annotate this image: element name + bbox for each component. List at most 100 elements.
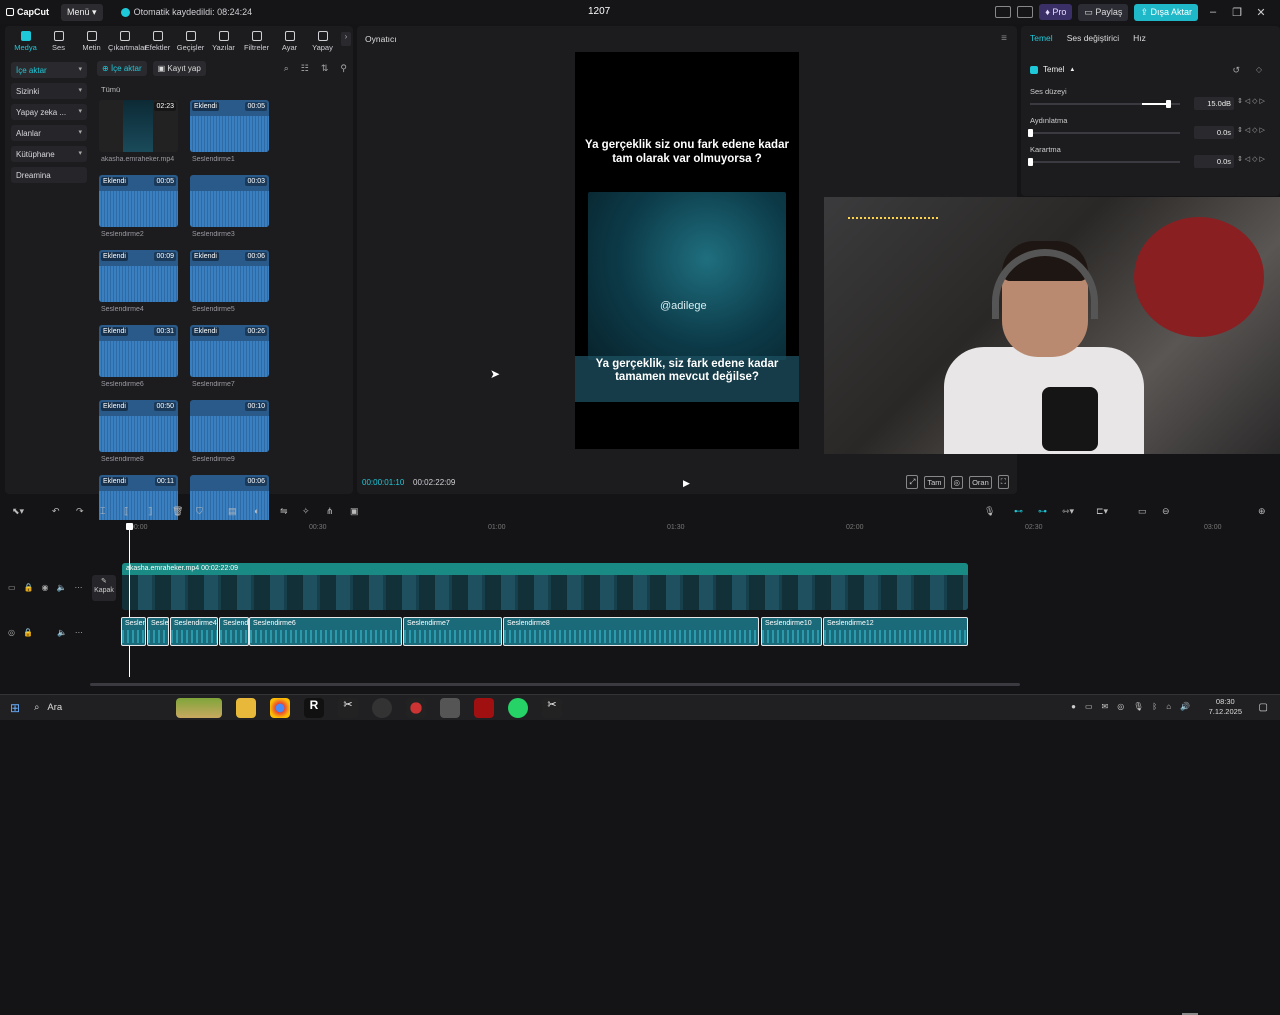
maximize-icon[interactable]: ❐: [1228, 6, 1246, 19]
search-icon[interactable]: ⌕: [284, 63, 289, 74]
slider-knob[interactable]: [1166, 100, 1171, 108]
link-icon[interactable]: ⊷: [1014, 506, 1023, 517]
checkbox-icon[interactable]: [1030, 65, 1038, 74]
audio-clip[interactable]: Seslendi: [219, 617, 249, 646]
more-icon[interactable]: ⋯: [75, 628, 83, 637]
tab-ai[interactable]: Yapay: [306, 31, 339, 52]
phone-icon[interactable]: [372, 698, 392, 718]
chrome-icon[interactable]: [270, 698, 290, 718]
shortcuts-icon[interactable]: [1017, 6, 1034, 18]
param-slider[interactable]: [1028, 158, 1180, 166]
sidenav-item[interactable]: Sizinki ▾: [11, 83, 87, 99]
lock-icon[interactable]: 🔒: [24, 583, 34, 592]
tab-transitions[interactable]: Geçişler: [174, 31, 207, 52]
more-icon[interactable]: ⋯: [74, 583, 82, 592]
minimize-icon[interactable]: –: [1204, 6, 1222, 18]
media-thumbnail[interactable]: Eklendi 00:31: [99, 325, 178, 377]
crop-icon[interactable]: ⤢: [906, 475, 919, 489]
media-thumbnail[interactable]: Eklendi 00:09: [99, 250, 178, 302]
mail-icon[interactable]: ✉: [1102, 702, 1109, 711]
file-explorer-icon[interactable]: [236, 698, 256, 718]
filter-icon[interactable]: ⚲: [340, 63, 347, 74]
notifications-icon[interactable]: ▢: [1259, 702, 1268, 713]
capcut-active-icon[interactable]: ✂: [542, 698, 562, 718]
inspector-tab[interactable]: Ses değiştirici: [1067, 33, 1119, 43]
mic-tray-icon[interactable]: 🎙: [1133, 702, 1143, 711]
tab-captions[interactable]: Yazılar: [207, 31, 240, 52]
eye-icon[interactable]: ◉: [42, 583, 49, 592]
tab-audio[interactable]: Ses: [42, 31, 75, 52]
redo-icon[interactable]: ↷: [76, 506, 84, 517]
stepper-keyframe-icon[interactable]: ⇕ ◁ ◇ ▷: [1237, 97, 1265, 105]
reset-icon[interactable]: ↺: [1232, 65, 1240, 76]
media-thumbnail[interactable]: Eklendi 00:50: [99, 400, 178, 452]
media-thumbnail[interactable]: 02:23: [99, 100, 178, 152]
weather-widget-icon[interactable]: [176, 698, 222, 718]
project-title[interactable]: 1207: [588, 6, 610, 17]
media-thumbnail[interactable]: Eklendi 00:06: [190, 250, 269, 302]
zoom-fit-icon[interactable]: ⊕: [1258, 506, 1266, 517]
player-menu-icon[interactable]: ≡: [1001, 33, 1007, 44]
clock[interactable]: 08:30 7.12.2025: [1209, 697, 1242, 717]
sidenav-item[interactable]: Alanlar ▾: [11, 125, 87, 141]
microphone-icon[interactable]: 🎙: [984, 506, 995, 517]
shield-icon[interactable]: ⛉: [196, 506, 203, 517]
media-thumbnail[interactable]: Eklendi 00:05: [190, 100, 269, 152]
freeze-icon[interactable]: ▤: [228, 506, 237, 517]
slider-knob[interactable]: [1028, 158, 1033, 166]
media-thumbnail[interactable]: Eklendi 00:26: [190, 325, 269, 377]
playhead[interactable]: [126, 523, 133, 677]
inspector-tab[interactable]: Temel: [1030, 33, 1053, 43]
param-value-input[interactable]: 0.0s: [1194, 126, 1234, 139]
tab-adjust[interactable]: Ayar: [273, 31, 306, 52]
video-clip[interactable]: akasha.emraheker.mp4 00:02:22:09: [122, 563, 968, 610]
fullscreen-icon[interactable]: ⛶: [997, 475, 1009, 489]
tab-filters[interactable]: Filtreler: [240, 31, 273, 52]
param-slider[interactable]: [1030, 100, 1180, 108]
windows-start-icon[interactable]: ⊞: [10, 701, 20, 715]
audio-clip[interactable]: Seslendirme4: [170, 617, 218, 646]
tab-text[interactable]: Metin: [75, 31, 108, 52]
media-thumbnail[interactable]: 00:10: [190, 400, 269, 452]
microphone-app-icon[interactable]: [440, 698, 460, 718]
snap-icon[interactable]: ⊶: [1038, 506, 1047, 517]
slider-knob[interactable]: [1028, 129, 1033, 137]
capcut-taskbar-icon[interactable]: ✂: [338, 698, 358, 718]
tab-effects[interactable]: Efektler: [141, 31, 174, 52]
app-tray-icon[interactable]: ●: [1071, 702, 1076, 711]
audio-split-icon[interactable]: ⋔: [326, 506, 334, 517]
audio-clip[interactable]: Seslendirme12: [823, 617, 968, 646]
param-slider[interactable]: [1028, 129, 1180, 137]
audio-clip[interactable]: Seslendirme8: [503, 617, 759, 646]
volume-icon[interactable]: 🔊: [1180, 702, 1190, 711]
pro-button[interactable]: ♦ Pro: [1039, 4, 1073, 20]
sidenav-item[interactable]: Yapay zeka ... ▾: [11, 104, 87, 120]
audio-clip[interactable]: Sesler: [147, 617, 169, 646]
preview-axis-icon[interactable]: ⇿▾: [1062, 506, 1074, 517]
param-value-input[interactable]: 15.0dB: [1194, 97, 1234, 110]
audio-clip[interactable]: Sesler: [121, 617, 146, 646]
mirror-icon[interactable]: ⇋: [280, 506, 288, 517]
layout-icon[interactable]: [995, 6, 1012, 18]
tab-media[interactable]: Medya: [9, 31, 42, 52]
taskbar-search[interactable]: ⌕ Ara: [34, 702, 62, 713]
stepper-keyframe-icon[interactable]: ⇕ ◁ ◇ ▷: [1237, 126, 1265, 134]
record-button[interactable]: ▣ Kayıt yap: [152, 60, 206, 76]
inspector-tab[interactable]: Hız: [1133, 33, 1146, 43]
lock-icon[interactable]: 🔒: [23, 628, 33, 637]
share-button[interactable]: ▭ Paylaş: [1078, 3, 1129, 21]
sidenav-item[interactable]: İçe aktar ▾: [11, 62, 87, 78]
close-icon[interactable]: ✕: [1252, 6, 1270, 19]
media-thumbnail[interactable]: 00:03: [190, 175, 269, 227]
select-tool-icon[interactable]: ⬉▾: [12, 506, 24, 517]
play-icon[interactable]: ▶: [683, 478, 690, 489]
network-icon[interactable]: ⌂: [1166, 702, 1171, 711]
speaker-icon[interactable]: 🔈: [57, 583, 67, 592]
monitor-icon[interactable]: ▭: [1085, 702, 1093, 711]
mask-icon[interactable]: ◐: [254, 506, 259, 516]
steam-icon[interactable]: ◎: [1117, 702, 1124, 711]
tab-sticker[interactable]: Çıkartmalar: [108, 31, 147, 52]
sidenav-item[interactable]: Dreamina: [11, 167, 87, 183]
audio-clip[interactable]: Seslendirme10: [761, 617, 822, 646]
magic-icon[interactable]: ✧: [302, 506, 310, 517]
